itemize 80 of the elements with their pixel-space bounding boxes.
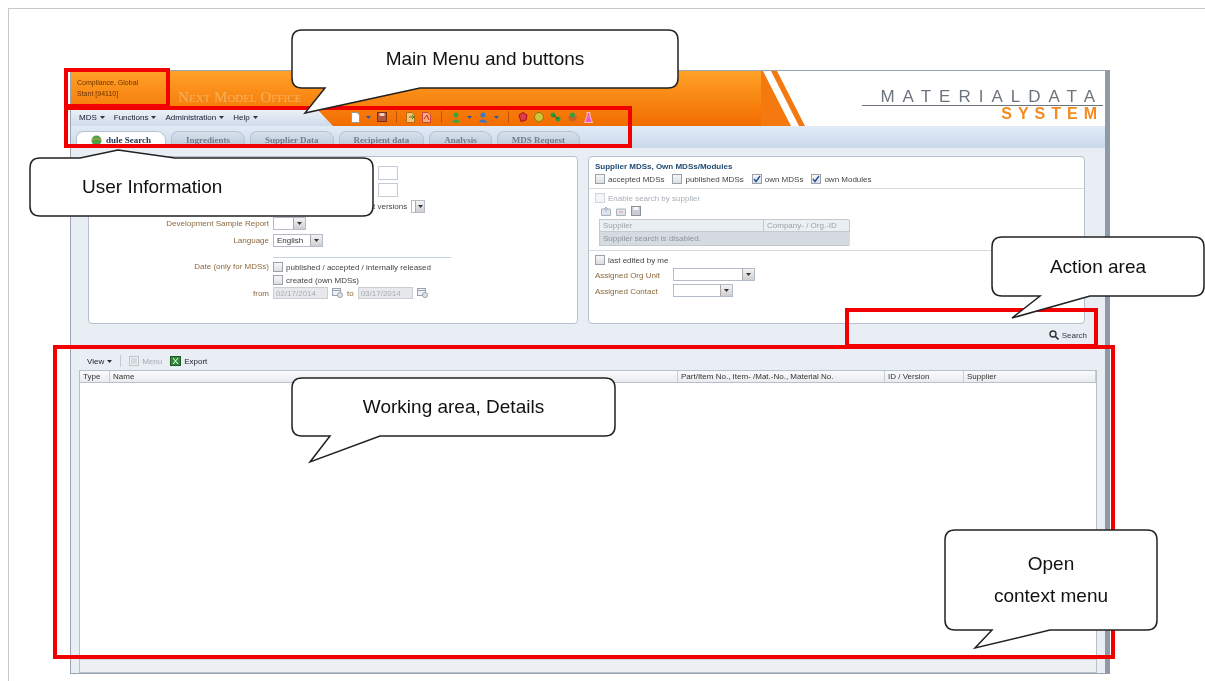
folder-icon[interactable] — [616, 206, 626, 216]
globe-icon — [91, 134, 102, 146]
column-header[interactable]: Supplier — [964, 371, 1096, 382]
person-icon[interactable] — [478, 111, 488, 123]
caret-icon — [252, 115, 258, 119]
menu-item[interactable]: Functions — [113, 112, 157, 122]
column-header[interactable]: Type — [80, 371, 110, 382]
checkbox[interactable] — [273, 262, 283, 272]
checkbox[interactable] — [672, 174, 683, 184]
checkbox-label: published / accepted / internally released — [286, 262, 431, 272]
field-label: t versions — [373, 202, 408, 211]
checkbox-label: published MDSs — [685, 174, 744, 184]
checkbox[interactable] — [273, 275, 283, 285]
field-label: to — [347, 288, 354, 298]
menu-item[interactable]: Administration — [165, 112, 225, 122]
checkbox-label: last edited by me — [608, 255, 669, 265]
pdf-page-icon[interactable] — [422, 111, 432, 123]
caret-icon — [314, 239, 319, 242]
column-header[interactable]: Part/Item No., Item- /Mat.-No., Material No. — [678, 371, 885, 382]
callout-text: Main Menu and buttons — [385, 48, 585, 70]
checkbox-label: accepted MDSs — [608, 174, 665, 184]
search-icon — [1048, 330, 1059, 340]
field-label: Language — [232, 235, 269, 245]
logo-text: MATERIALDATA — [862, 89, 1103, 106]
caret-icon — [417, 205, 423, 208]
check-mark-icon — [752, 175, 761, 183]
caret-icon — [724, 289, 729, 292]
logo-subtitle: SYSTEM — [1001, 106, 1103, 122]
flask-icon[interactable] — [584, 111, 593, 123]
ball-icon[interactable] — [534, 112, 544, 122]
checkbox[interactable] — [811, 174, 822, 184]
caret-icon — [99, 115, 105, 119]
check-mark-icon — [812, 175, 821, 183]
table-message: Supplier search is disabled. — [600, 232, 850, 245]
checkbox[interactable] — [595, 255, 605, 265]
search-button[interactable]: Search — [1048, 330, 1087, 340]
field-label: Assigned Org Unit — [595, 270, 661, 280]
bowl-icon[interactable] — [567, 112, 578, 122]
checkbox-label: created (own MDSs) — [286, 275, 359, 285]
gem-icon[interactable] — [518, 112, 528, 122]
callout-text: Working area, Details — [362, 396, 545, 418]
checkbox-label: Enable search by supplier — [608, 193, 701, 203]
callout-text: User Information — [82, 176, 223, 198]
spreadsheet-icon — [170, 356, 182, 366]
field-label: Date (only for MDSs) — [193, 261, 269, 271]
page-arrow-icon[interactable] — [406, 111, 416, 123]
callout-text: context menu — [993, 585, 1109, 607]
toolbar-button[interactable]: View — [87, 356, 113, 366]
text-field[interactable] — [378, 166, 398, 180]
callout-text: Open — [1027, 553, 1075, 575]
field-label: Assigned Contact — [595, 286, 659, 296]
panel-title: Supplier MDSs, Own MDSs/Modules — [595, 162, 734, 171]
checkbox[interactable] — [751, 174, 762, 184]
caret-icon — [219, 115, 225, 119]
table-header: Supplier — [600, 220, 764, 232]
caret-icon — [746, 273, 751, 276]
list-icon — [129, 356, 140, 366]
toolbar-button[interactable]: Export — [170, 356, 208, 366]
menu-item[interactable]: Help — [233, 112, 258, 122]
table-header: Company- / Org.-ID — [764, 220, 850, 232]
dropdown[interactable] — [273, 217, 306, 230]
text-field[interactable] — [378, 183, 398, 197]
folder-up-icon[interactable] — [601, 206, 611, 216]
checkbox-label: own MDSs — [764, 174, 804, 184]
person-icon[interactable] — [451, 111, 461, 123]
dropdown[interactable] — [411, 200, 426, 213]
caret-icon — [107, 359, 113, 363]
checkbox[interactable] — [595, 174, 605, 184]
molecule-icon[interactable] — [550, 112, 561, 122]
caret-icon — [151, 115, 157, 119]
callout-text: Action area — [1049, 255, 1147, 278]
checkbox-label: own Modules — [824, 174, 872, 184]
app-title: Next Model Office — [178, 89, 302, 106]
caret-icon — [297, 222, 302, 225]
page-icon[interactable] — [351, 111, 360, 123]
dropdown[interactable]: English — [273, 234, 323, 247]
field-label: Development Sample Report — [165, 218, 269, 228]
menu-item[interactable]: MDS — [79, 112, 105, 122]
field-label: from — [252, 288, 269, 298]
column-header[interactable]: ID / Version — [885, 371, 964, 382]
